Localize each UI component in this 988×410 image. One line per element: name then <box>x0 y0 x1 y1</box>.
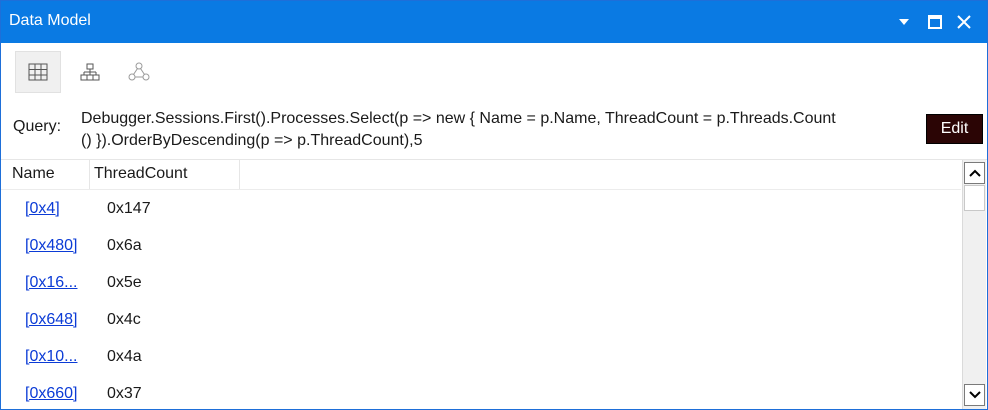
table-row: [0x660] 0x37 <box>1 375 961 409</box>
thread-count-cell: 0x5e <box>107 274 142 291</box>
title-bar: Data Model <box>1 1 987 43</box>
graph-view-button[interactable] <box>116 51 162 93</box>
edit-button[interactable]: Edit <box>926 114 983 144</box>
query-label: Query: <box>13 118 62 135</box>
thread-count-cell: 0x37 <box>107 385 142 402</box>
dropdown-icon[interactable] <box>894 11 914 33</box>
process-link[interactable]: [0x4] <box>25 200 85 218</box>
grid-header: Name ThreadCount <box>1 160 961 190</box>
vertical-scrollbar[interactable] <box>962 160 986 409</box>
hierarchy-view-button[interactable] <box>67 51 113 93</box>
query-text[interactable]: Debugger.Sessions.First().Processes.Sele… <box>81 108 913 152</box>
process-link[interactable]: [0x648] <box>25 311 85 329</box>
process-link[interactable]: [0x660] <box>25 385 85 403</box>
table-row: [0x10... 0x4a <box>1 338 961 375</box>
hierarchy-icon <box>80 63 100 81</box>
table-row: [0x16... 0x5e <box>1 264 961 301</box>
process-link[interactable]: [0x16... <box>25 274 85 292</box>
query-line-1: Debugger.Sessions.First().Processes.Sele… <box>81 110 836 127</box>
chevron-down-icon <box>968 391 981 399</box>
results-grid: Name ThreadCount [0x4] 0x147 [0x480] 0x6… <box>1 159 987 409</box>
view-toolbar <box>1 45 987 97</box>
close-icon[interactable] <box>954 11 974 33</box>
table-row: [0x480] 0x6a <box>1 227 961 264</box>
column-header-name[interactable]: Name <box>1 160 90 189</box>
thread-count-cell: 0x4a <box>107 348 142 365</box>
grid-view-button[interactable] <box>15 51 61 93</box>
thread-count-cell: 0x4c <box>107 311 141 328</box>
table-row: [0x4] 0x147 <box>1 190 961 227</box>
query-line-2: () }).OrderByDescending(p => p.ThreadCou… <box>81 132 423 149</box>
grid-rows: [0x4] 0x147 [0x480] 0x6a [0x16... 0x5e [… <box>1 190 961 409</box>
scroll-thumb[interactable] <box>964 185 985 211</box>
thread-count-cell: 0x147 <box>107 200 151 217</box>
process-link[interactable]: [0x10... <box>25 348 85 366</box>
table-row: [0x648] 0x4c <box>1 301 961 338</box>
thread-count-cell: 0x6a <box>107 237 142 254</box>
scroll-up-button[interactable] <box>964 162 985 184</box>
maximize-icon[interactable] <box>925 11 945 33</box>
data-model-window: Data Model Query: Debugger.Sessions.Firs… <box>0 0 988 410</box>
graph-icon <box>128 62 150 81</box>
process-link[interactable]: [0x480] <box>25 237 85 255</box>
window-title: Data Model <box>9 12 91 29</box>
grid-icon <box>28 63 48 81</box>
chevron-up-icon <box>968 169 981 177</box>
scroll-down-button[interactable] <box>964 384 985 406</box>
column-header-threadcount[interactable]: ThreadCount <box>90 160 240 189</box>
